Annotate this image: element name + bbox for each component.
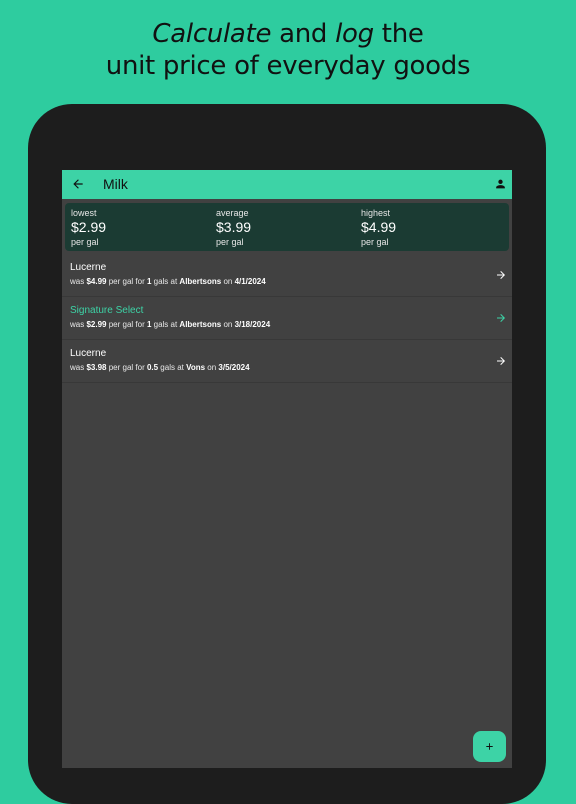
arrow-right-icon	[497, 314, 505, 322]
entry-brand: Lucerne	[70, 348, 107, 359]
arrow-left-icon	[73, 179, 83, 189]
entry-brand: Signature Select	[70, 305, 144, 316]
app-screen: Milk lowest $2.99 per gal average $3.99 …	[62, 170, 512, 768]
entry-store: Albertsons	[179, 277, 222, 286]
arrow-right-icon	[497, 271, 505, 279]
entry-date: 4/1/2024	[234, 277, 266, 286]
stat-highest-value: $4.99	[361, 219, 397, 235]
entry-detail: was $3.98 per gal for 0.5 gals at Vons o…	[70, 363, 250, 372]
entry-price: $2.99	[86, 320, 107, 329]
stat-lowest-value: $2.99	[71, 219, 107, 235]
marketing-headline: Calculate and log the unit price of ever…	[0, 18, 576, 82]
entry-text: was	[70, 363, 87, 372]
entry-text: gals at	[151, 320, 180, 329]
entry-store: Vons	[186, 363, 206, 372]
page-title: Milk	[103, 176, 128, 192]
stat-average-unit: per gal	[216, 237, 244, 247]
stat-lowest-unit: per gal	[71, 237, 99, 247]
stat-average-label: average	[216, 208, 249, 218]
entry-text: gals at	[158, 363, 187, 372]
stat-lowest: lowest $2.99 per gal	[71, 207, 106, 248]
stat-highest: highest $4.99 per gal	[361, 207, 396, 248]
entry-text: was	[70, 277, 87, 286]
entry-text: on	[221, 277, 235, 286]
person-icon	[496, 179, 505, 189]
plus-icon	[486, 743, 493, 750]
stat-highest-unit: per gal	[361, 237, 389, 247]
back-button[interactable]	[71, 177, 85, 191]
entry-brand: Lucerne	[70, 262, 107, 273]
entry-detail: was $4.99 per gal for 1 gals at Albertso…	[70, 277, 266, 286]
headline-log: log	[335, 19, 374, 49]
app-bar: Milk	[62, 170, 512, 199]
list-item[interactable]: Signature Select was $2.99 per gal for 1…	[62, 297, 512, 340]
headline-calculate: Calculate	[152, 19, 272, 49]
stat-average: average $3.99 per gal	[216, 207, 251, 248]
headline-and: and	[271, 19, 336, 49]
entry-date: 3/18/2024	[234, 320, 271, 329]
headline-line-2: unit price of everyday goods	[105, 51, 471, 81]
entry-quantity: 0.5	[146, 363, 159, 372]
stat-lowest-label: lowest	[71, 208, 97, 218]
entry-detail: was $2.99 per gal for 1 gals at Albertso…	[70, 320, 270, 329]
entry-store: Albertsons	[179, 320, 222, 329]
price-stats-panel: lowest $2.99 per gal average $3.99 per g…	[65, 203, 509, 251]
entry-text: on	[221, 320, 235, 329]
entry-text: per gal for	[106, 320, 147, 329]
entry-text: on	[205, 363, 219, 372]
arrow-right-icon	[497, 357, 505, 365]
headline-line-1: Calculate and log the	[0, 18, 576, 50]
add-entry-button[interactable]	[473, 731, 506, 762]
list-item[interactable]: Lucerne was $4.99 per gal for 1 gals at …	[62, 254, 512, 297]
entry-price: $3.98	[86, 363, 107, 372]
entry-date: 3/5/2024	[218, 363, 250, 372]
entry-text: gals at	[151, 277, 180, 286]
account-button[interactable]	[494, 177, 507, 191]
headline-the: the	[373, 19, 424, 49]
list-item[interactable]: Lucerne was $3.98 per gal for 0.5 gals a…	[62, 340, 512, 383]
entry-text: per gal for	[106, 277, 147, 286]
stat-average-value: $3.99	[216, 219, 252, 235]
entry-price: $4.99	[86, 277, 107, 286]
stat-highest-label: highest	[361, 208, 391, 218]
entry-text: was	[70, 320, 87, 329]
entry-text: per gal for	[106, 363, 147, 372]
